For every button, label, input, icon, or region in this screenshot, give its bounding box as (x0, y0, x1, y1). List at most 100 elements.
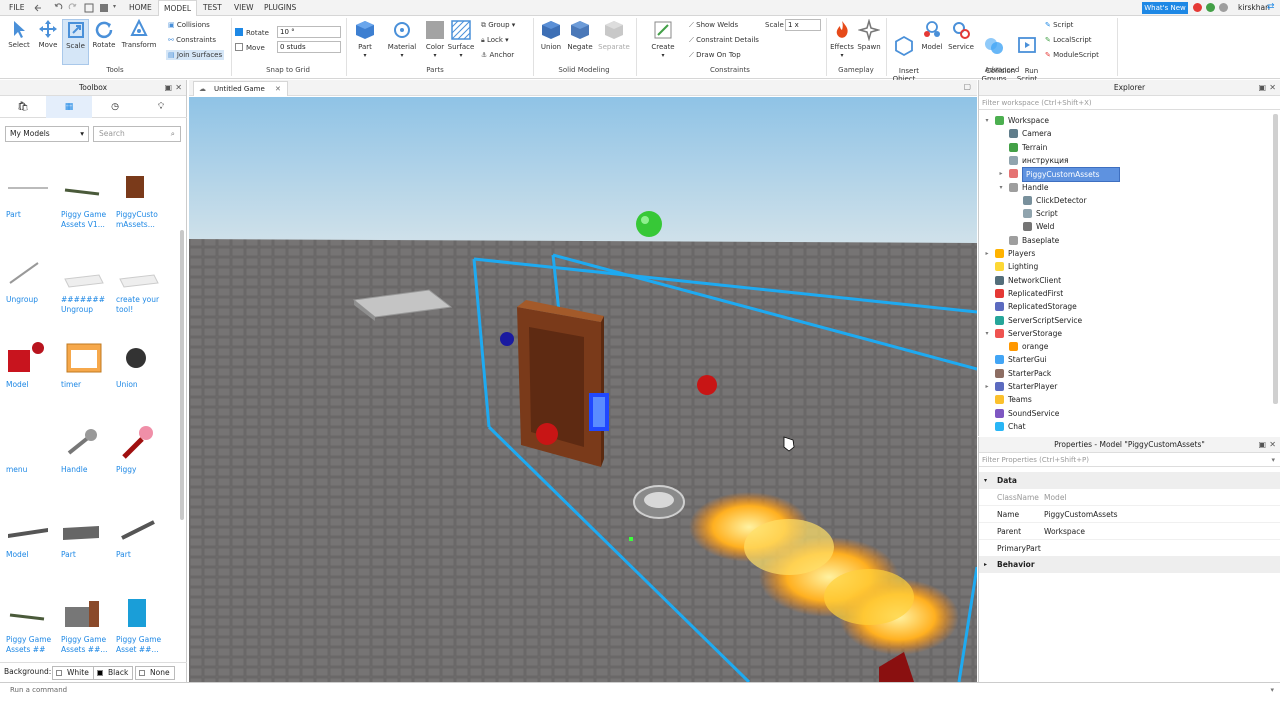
tab-test[interactable]: TEST (198, 0, 227, 16)
background-none-button[interactable]: None (135, 666, 175, 680)
union-button[interactable]: Union (538, 19, 564, 51)
property-row[interactable]: ClassName Model (979, 489, 1280, 506)
group-button[interactable]: ⧉ Group ▾ (481, 21, 515, 30)
tab-home[interactable]: HOME (124, 0, 157, 16)
toolbox-search-input[interactable]: Search ⌕ (93, 126, 181, 142)
undock-icon[interactable]: ▣ (1258, 437, 1266, 453)
toolbox-scrollbar[interactable] (180, 230, 184, 520)
move-snap-checkbox[interactable]: Move (235, 43, 265, 52)
move-tool-button[interactable]: Move (34, 19, 62, 49)
chevron-right-icon[interactable]: ▸ (983, 247, 991, 260)
property-value[interactable]: PiggyCustomAssets (1044, 506, 1118, 523)
property-row[interactable]: Name PiggyCustomAssets (979, 506, 1280, 523)
explorer-item[interactable]: ▸ PiggyCustomAssets (979, 167, 1269, 183)
undo-icon[interactable] (33, 3, 43, 13)
redo-icon[interactable] (68, 3, 78, 13)
toolbox-item[interactable]: ####### Ungroup (57, 233, 109, 314)
explorer-item[interactable]: ▾ Workspace (979, 114, 1269, 127)
explorer-item[interactable]: SoundService (979, 407, 1269, 420)
constraints-toggle[interactable]: ⚯ Constraints (168, 36, 216, 44)
property-value[interactable]: Workspace (1044, 523, 1085, 540)
toolbox-item[interactable]: Piggy Game Asset ##... (112, 573, 164, 654)
tab-marketplace[interactable]: 🛍︎ (0, 96, 46, 118)
chevron-right-icon[interactable]: ▸ (997, 167, 1005, 180)
join-surfaces-toggle[interactable]: ▤ Join Surfaces (166, 50, 225, 60)
undock-icon[interactable]: ▣ (1258, 80, 1266, 96)
property-row[interactable]: Parent Workspace (979, 523, 1280, 540)
surface-button[interactable]: Surface ▾ (447, 19, 475, 59)
explorer-item[interactable]: Teams (979, 393, 1269, 406)
tab-view[interactable]: VIEW (229, 0, 259, 16)
user-name[interactable]: kirskhan (1238, 0, 1270, 16)
toolbox-item[interactable]: Union (112, 318, 164, 398)
property-value[interactable]: Model (1044, 489, 1067, 506)
toolbox-item[interactable]: Piggy Game Assets V1... (57, 148, 109, 229)
color-button[interactable]: Color ▾ (423, 19, 447, 59)
explorer-item[interactable]: StarterGui (979, 353, 1269, 366)
document-tab[interactable]: ☁︎ Untitled Game ✕ (193, 81, 288, 96)
toolbox-item[interactable]: Ungroup (2, 233, 54, 313)
explorer-item[interactable]: Lighting (979, 260, 1269, 273)
explorer-item[interactable]: NetworkClient (979, 274, 1269, 287)
explorer-item[interactable]: Baseplate (979, 234, 1269, 247)
explorer-item[interactable]: Terrain (979, 141, 1269, 154)
close-icon[interactable]: ✕ (1269, 80, 1276, 96)
explorer-item[interactable]: инструкция (979, 154, 1269, 167)
whats-new-button[interactable]: What's New (1142, 2, 1188, 14)
toolbox-item[interactable]: menu (2, 403, 54, 483)
property-category-behavior[interactable]: ▸ Behavior (979, 556, 1280, 573)
part-button[interactable]: Part ▾ (352, 19, 378, 59)
explorer-item[interactable]: Camera (979, 127, 1269, 140)
share-icon[interactable]: ⇄ (1267, 2, 1277, 12)
toolbox-item[interactable]: Part (57, 488, 109, 568)
toolbox-item[interactable]: Model (2, 318, 54, 398)
show-welds-toggle[interactable]: ⟋ Show Welds (689, 21, 738, 30)
explorer-item[interactable]: ▾ ServerStorage (979, 327, 1269, 340)
close-icon[interactable]: ✕ (1269, 437, 1276, 453)
chevron-right-icon[interactable]: ▸ (983, 380, 991, 393)
toolbox-item[interactable]: Piggy Game Assets ## (2, 573, 54, 654)
property-category-data[interactable]: ▾ Data (979, 472, 1280, 489)
tab-plugins[interactable]: PLUGINS (259, 0, 301, 16)
explorer-item[interactable]: StarterPack (979, 367, 1269, 380)
chevron-down-icon[interactable]: ▾ (983, 327, 991, 340)
toolbox-item[interactable]: timer (57, 318, 109, 398)
close-icon[interactable]: ✕ (175, 80, 182, 96)
friends-icon[interactable] (1206, 3, 1215, 12)
quick-access-dropdown-icon[interactable]: ▾ (113, 3, 123, 13)
maximize-viewport-icon[interactable]: ▢ (963, 82, 971, 91)
toolbox-item[interactable]: PiggyCusto mAssets... (112, 148, 164, 229)
properties-filter-input[interactable]: Filter Properties (Ctrl+Shift+P) ▾ (979, 453, 1280, 467)
file-menu[interactable]: FILE (4, 0, 29, 16)
toolbox-item[interactable]: Model (2, 488, 54, 568)
explorer-item[interactable]: ▸ StarterPlayer (979, 380, 1269, 393)
save-icon[interactable] (84, 3, 94, 13)
scale-tool-button[interactable]: Scale (62, 19, 89, 65)
create-constraint-button[interactable]: Create ▾ (647, 19, 679, 59)
tab-model[interactable]: MODEL (158, 0, 198, 17)
explorer-filter-input[interactable]: Filter workspace (Ctrl+Shift+X) (979, 96, 1280, 110)
negate-button[interactable]: Negate (567, 19, 593, 51)
constraint-scale-input[interactable]: 1 x (785, 19, 821, 31)
insert-localscript-button[interactable]: ✎ LocalScript (1045, 36, 1092, 44)
part-icon[interactable] (99, 3, 109, 13)
service-button[interactable]: Service (947, 19, 975, 51)
chevron-down-icon[interactable]: ▾ (983, 114, 991, 127)
explorer-item[interactable]: ClickDetector (979, 194, 1269, 207)
background-white-button[interactable]: White (52, 666, 94, 680)
constraint-details-toggle[interactable]: ⟋ Constraint Details (689, 36, 759, 45)
collisions-toggle[interactable]: ▣ Collisions (168, 21, 210, 29)
toolbox-item[interactable]: Piggy (112, 403, 164, 483)
move-snap-input[interactable]: 0 studs (277, 41, 341, 53)
toolbox-item[interactable]: Part (112, 488, 164, 568)
notification-icon[interactable] (1193, 3, 1202, 12)
explorer-item[interactable]: ReplicatedFirst (979, 287, 1269, 300)
toolbox-item[interactable]: Handle (57, 403, 109, 483)
property-row[interactable]: PrimaryPart (979, 540, 1280, 557)
explorer-item[interactable]: ReplicatedStorage (979, 300, 1269, 313)
command-bar-input[interactable]: Run a command ▾ (0, 682, 1280, 697)
3d-viewport[interactable] (189, 97, 977, 682)
chevron-down-icon[interactable]: ▾ (997, 181, 1005, 194)
rotate-tool-button[interactable]: Rotate (90, 19, 118, 49)
toolbox-item[interactable]: create your tool! (112, 233, 164, 314)
